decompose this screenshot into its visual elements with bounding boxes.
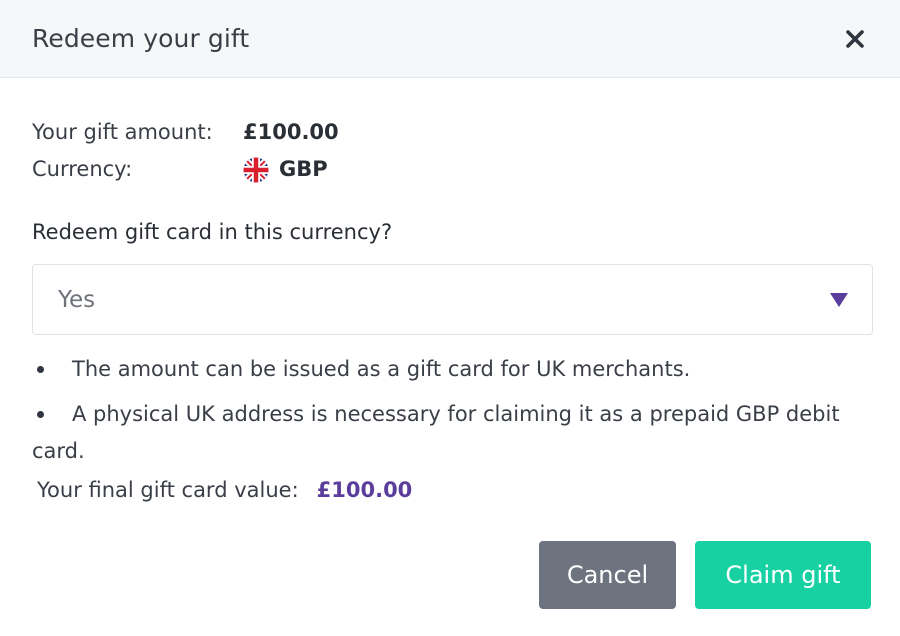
dialog-title: Redeem your gift bbox=[32, 24, 250, 53]
close-button[interactable] bbox=[840, 24, 870, 54]
redeem-question: Redeem gift card in this currency? bbox=[32, 220, 393, 244]
uk-flag-icon bbox=[243, 157, 269, 183]
triangle-down-icon bbox=[830, 292, 848, 307]
note-text: A physical UK address is necessary for c… bbox=[32, 402, 840, 463]
gift-amount-row: Your gift amount: £100.00 bbox=[32, 114, 873, 151]
final-value-amount: £100.00 bbox=[316, 478, 413, 502]
list-item: A physical UK address is necessary for c… bbox=[32, 396, 852, 470]
note-text: The amount can be issued as a gift card … bbox=[72, 357, 691, 381]
select-value: Yes bbox=[58, 286, 96, 313]
close-icon bbox=[846, 29, 864, 48]
bullet-icon bbox=[37, 366, 44, 373]
dialog-body: Your gift amount: £100.00 Currency: GBP … bbox=[0, 78, 900, 502]
redeem-gift-dialog: Redeem your gift Your gift amount: £100.… bbox=[0, 0, 900, 636]
dialog-header: Redeem your gift bbox=[0, 0, 900, 78]
currency-value-wrap: GBP bbox=[243, 151, 328, 188]
currency-label: Currency: bbox=[32, 157, 133, 181]
list-item: The amount can be issued as a gift card … bbox=[32, 351, 852, 388]
cancel-button[interactable]: Cancel bbox=[539, 541, 676, 609]
currency-row: Currency: GBP bbox=[32, 151, 873, 188]
currency-value: GBP bbox=[279, 157, 328, 181]
final-value-label: Your final gift card value: bbox=[37, 478, 299, 502]
gift-amount-label: Your gift amount: bbox=[32, 120, 213, 144]
dialog-actions: Cancel Claim gift bbox=[539, 541, 871, 609]
notes-list: The amount can be issued as a gift card … bbox=[32, 351, 852, 470]
bullet-icon bbox=[37, 411, 44, 418]
gift-amount-value: £100.00 bbox=[243, 120, 339, 144]
currency-redeem-select[interactable]: Yes bbox=[32, 264, 873, 335]
claim-gift-button[interactable]: Claim gift bbox=[695, 541, 871, 609]
final-value-row: Your final gift card value: £100.00 bbox=[37, 478, 873, 502]
